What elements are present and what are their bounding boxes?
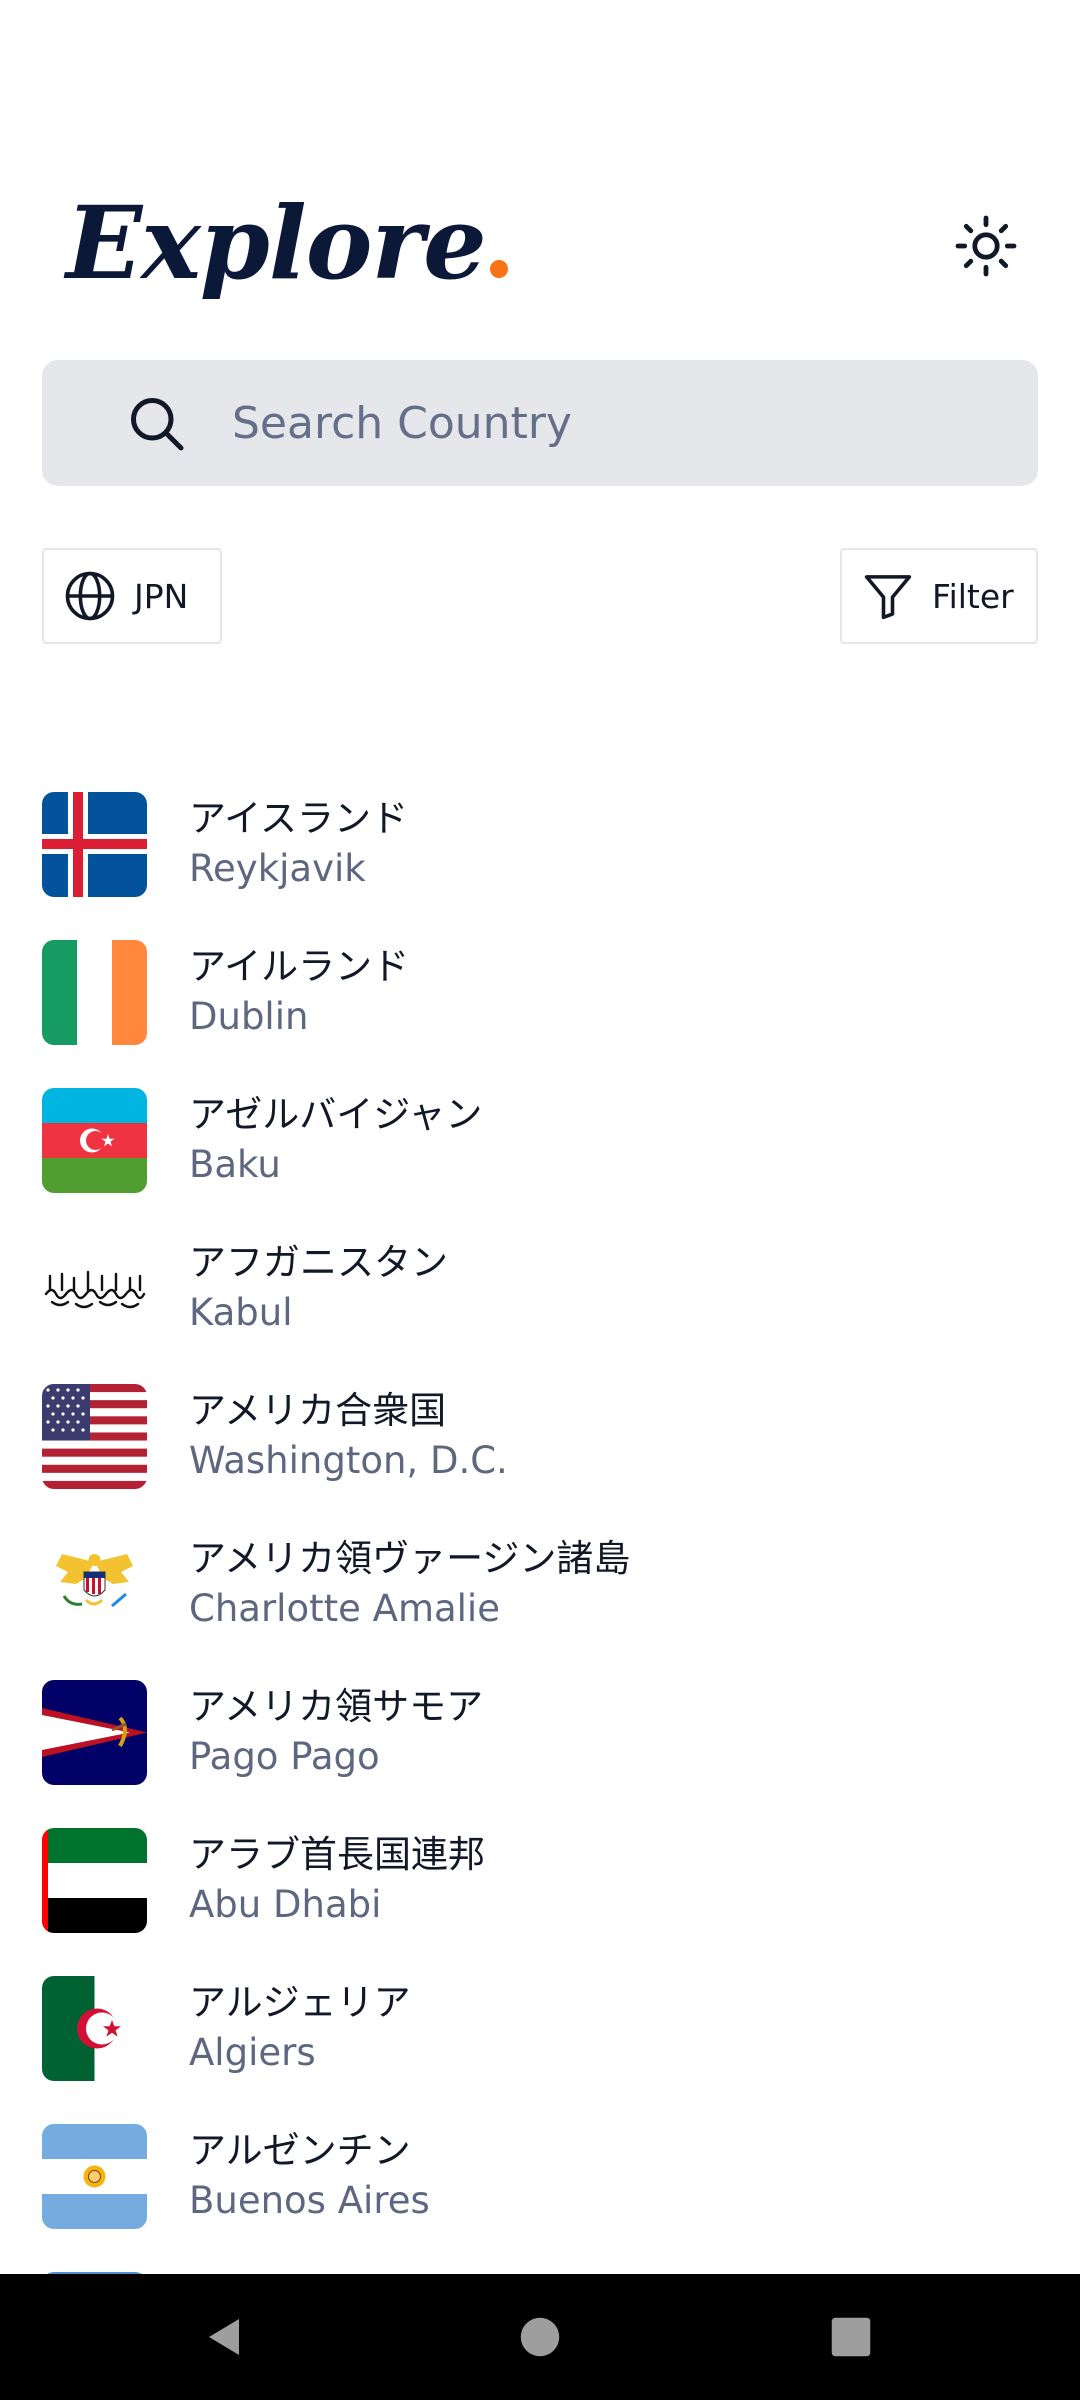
usa-flag-icon bbox=[42, 1384, 147, 1489]
country-list-item[interactable]: アルジェリア Algiers bbox=[0, 1962, 1080, 2110]
afghanistan-flag-icon bbox=[42, 1236, 147, 1341]
theme-toggle-button[interactable] bbox=[944, 204, 1028, 288]
country-capital: Reykjavik bbox=[189, 847, 366, 890]
app-screen: Explore Search Country JPN Filter アイスランド… bbox=[0, 0, 1080, 2400]
country-name: アラブ首長国連邦 bbox=[189, 1833, 485, 1876]
azerbaijan-flag-icon bbox=[42, 1088, 147, 1193]
country-name: アメリカ領ヴァージン諸島 bbox=[189, 1537, 631, 1580]
sun-icon bbox=[955, 215, 1017, 277]
country-capital: Charlotte Amalie bbox=[189, 1587, 500, 1630]
filter-button[interactable]: Filter bbox=[840, 548, 1038, 644]
country-list: アイスランド Reykjavik アイルランド Dublin アゼルバイジャン … bbox=[0, 778, 1080, 2274]
country-name: アルジェリア bbox=[189, 1981, 411, 2024]
country-list-item-partial bbox=[0, 2258, 1080, 2274]
country-list-item[interactable]: アイスランド Reykjavik bbox=[0, 778, 1080, 926]
search-icon bbox=[124, 391, 188, 455]
page-title-text: Explore bbox=[66, 184, 487, 302]
argentina-flag-icon bbox=[42, 2124, 147, 2229]
country-list-item[interactable]: アメリカ領サモア Pago Pago bbox=[0, 1666, 1080, 1814]
country-capital: Buenos Aires bbox=[189, 2179, 430, 2222]
american-samoa-flag-icon bbox=[42, 1680, 147, 1785]
filter-icon bbox=[860, 568, 916, 624]
country-list-item[interactable]: アメリカ領ヴァージン諸島 Charlotte Amalie bbox=[0, 1518, 1080, 1666]
iceland-flag-icon bbox=[42, 792, 147, 897]
search-input[interactable] bbox=[230, 382, 994, 464]
back-button[interactable] bbox=[192, 2304, 258, 2370]
country-name: アメリカ領サモア bbox=[189, 1685, 484, 1728]
country-capital: Abu Dhabi bbox=[189, 1883, 382, 1926]
system-navigation-bar bbox=[0, 2274, 1080, 2400]
country-name: アイルランド bbox=[189, 945, 410, 988]
language-label: JPN bbox=[134, 576, 189, 616]
ireland-flag-icon bbox=[42, 940, 147, 1045]
country-list-item[interactable]: アフガニスタン Kabul bbox=[0, 1222, 1080, 1370]
country-list-item[interactable]: アルゼンチン Buenos Aires bbox=[0, 2110, 1080, 2258]
country-name: アイスランド bbox=[189, 797, 409, 840]
us-virgin-islands-flag-icon bbox=[42, 1532, 147, 1637]
uae-flag-icon bbox=[42, 1828, 147, 1933]
algeria-flag-icon bbox=[42, 1976, 147, 2081]
country-name: アゼルバイジャン bbox=[189, 1093, 483, 1136]
language-button[interactable]: JPN bbox=[42, 548, 222, 644]
back-triangle-icon bbox=[209, 2319, 239, 2355]
search-bar[interactable] bbox=[42, 360, 1038, 486]
country-list-item[interactable]: アイルランド Dublin bbox=[0, 926, 1080, 1074]
recents-square-icon bbox=[831, 2317, 871, 2357]
home-circle-icon bbox=[520, 2317, 560, 2357]
country-list-item[interactable]: アメリカ合衆国 Washington, D.C. bbox=[0, 1370, 1080, 1518]
country-list-item[interactable]: アゼルバイジャン Baku bbox=[0, 1074, 1080, 1222]
country-list-item[interactable]: アラブ首長国連邦 Abu Dhabi bbox=[0, 1814, 1080, 1962]
filter-label: Filter bbox=[932, 576, 1014, 616]
country-capital: Dublin bbox=[189, 995, 309, 1038]
country-capital: Baku bbox=[189, 1143, 281, 1186]
recents-button[interactable] bbox=[818, 2304, 884, 2370]
country-capital: Algiers bbox=[189, 2031, 316, 2074]
country-capital: Kabul bbox=[189, 1291, 293, 1334]
country-name: アフガニスタン bbox=[189, 1241, 448, 1284]
home-button[interactable] bbox=[507, 2304, 573, 2370]
country-capital: Washington, D.C. bbox=[189, 1439, 508, 1482]
country-name: アメリカ合衆国 bbox=[189, 1389, 447, 1432]
country-name: アルゼンチン bbox=[189, 2129, 411, 2172]
country-capital: Pago Pago bbox=[189, 1735, 380, 1778]
page-title: Explore bbox=[66, 168, 508, 318]
globe-icon bbox=[62, 568, 118, 624]
title-accent-dot bbox=[489, 260, 508, 278]
